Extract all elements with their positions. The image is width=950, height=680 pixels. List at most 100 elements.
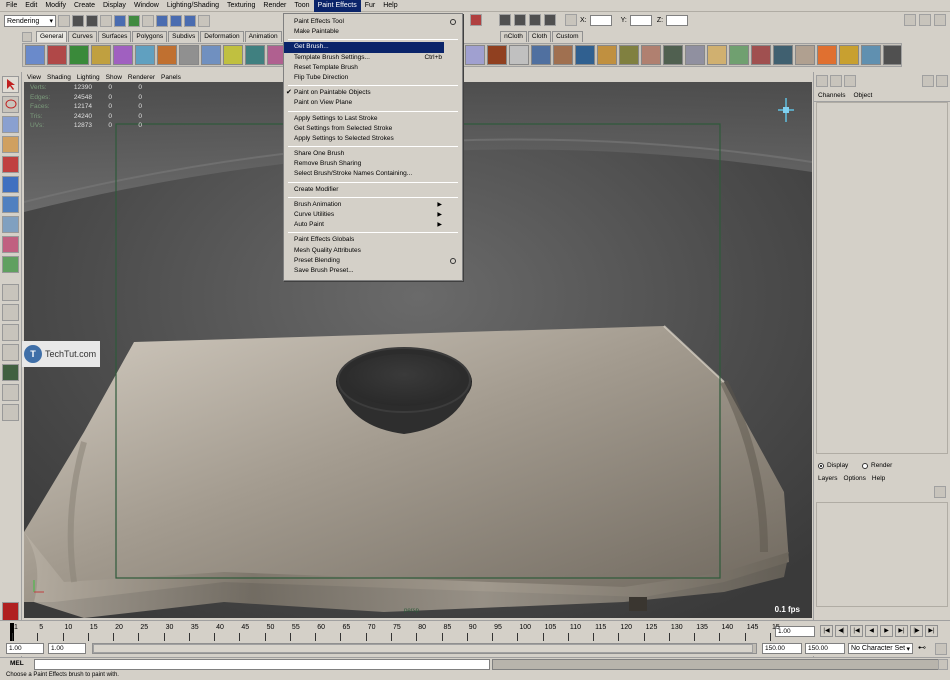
shelf-tool-icon[interactable] [135,45,155,65]
character-set-dropdown[interactable]: No Character Set ▾ [848,643,913,654]
menu-create[interactable]: Create [70,0,99,12]
start-time-field[interactable]: 1.00 [6,643,44,654]
shelf-tool-icon[interactable] [157,45,177,65]
shelf-tool-icon[interactable] [619,45,639,65]
shelf-tool-icon[interactable] [817,45,837,65]
menu-item-create-modifier[interactable]: Create Modifier [284,185,462,195]
menu-item-mesh-quality-attributes[interactable]: Mesh Quality Attributes [284,246,462,256]
range-handle[interactable] [93,644,753,653]
manipulator-tool-icon[interactable] [2,196,19,213]
rotate-tool-icon[interactable] [2,156,19,173]
shelf-tool-icon[interactable] [795,45,815,65]
hypershade-layout-icon[interactable] [2,384,19,401]
time-slider[interactable]: 1.00 |◀ ◀| |◀ ◀ ▶ ▶| |▶ ▶| 1 5 10 15 20 25 30 3… [0,620,950,642]
layer-menu-layers[interactable]: Layers [818,475,838,482]
menu-item-paint-effects-tool[interactable]: Paint Effects Tool [284,17,462,27]
save-scene-icon[interactable] [86,15,98,27]
render-current-icon[interactable] [514,14,526,26]
menu-render[interactable]: Render [259,0,290,12]
shelf-menu-icon[interactable] [22,32,32,42]
shelf-tool-icon[interactable] [773,45,793,65]
shelf-tool-icon[interactable] [641,45,661,65]
menu-display[interactable]: Display [99,0,130,12]
open-scene-icon[interactable] [72,15,84,27]
auto-key-icon[interactable]: ⊷ [918,643,932,654]
graph-layout-icon[interactable] [2,364,19,381]
ipr-render-icon[interactable] [529,14,541,26]
shelf-tab-ncloth[interactable]: nCloth [500,31,527,42]
menu-lighting-shading[interactable]: Lighting/Shading [163,0,223,12]
shelf-tab-animation[interactable]: Animation [244,31,282,42]
menu-item-brush-animation[interactable]: Brush Animation ▶ [284,200,462,210]
display-radio[interactable]: Display [818,462,848,469]
show-manipulator-icon[interactable] [2,236,19,253]
shelf-tool-icon[interactable] [553,45,573,65]
y-field[interactable] [629,14,652,26]
shelf-tool-icon[interactable] [113,45,133,65]
current-frame-field[interactable]: 1.00 [775,626,815,637]
menu-item-get-settings-from-selected-stroke[interactable]: Get Settings from Selected Stroke [284,124,462,134]
snap-grid-icon[interactable] [142,15,154,27]
step-back-frame-icon[interactable]: |◀ [850,625,863,637]
menu-item-template-brush-settings[interactable]: Template Brush Settings... Ctrl+b [284,53,462,63]
panel-menu-show[interactable]: Show [103,74,125,81]
channel-box-menu-object[interactable]: Object [853,92,872,99]
channel-box-icon[interactable] [816,75,828,87]
go-to-end-icon[interactable]: ▶| [925,625,938,637]
channel-box-toggle-icon[interactable] [934,14,946,26]
menu-edit[interactable]: Edit [21,0,41,12]
menu-item-apply-settings-to-last-stroke[interactable]: Apply Settings to Last Stroke [284,114,462,124]
end-time-field[interactable]: 150.00 [805,643,845,654]
panel-menu-view[interactable]: View [24,74,44,81]
option-box-icon[interactable] [450,19,456,25]
menu-item-save-brush-preset[interactable]: Save Brush Preset... [284,266,462,276]
shelf-tool-icon[interactable] [861,45,881,65]
help-icon[interactable] [922,75,934,87]
panel-menu-shading[interactable]: Shading [44,74,74,81]
playback-start-field[interactable]: 1.00 [48,643,86,654]
menuset-dropdown[interactable]: Rendering ▾ [4,15,56,27]
lasso-tool-icon[interactable] [2,96,19,113]
shelf-tab-surfaces[interactable]: Surfaces [97,31,132,42]
shelf-tool-icon[interactable] [69,45,89,65]
outliner-layout-icon[interactable] [2,344,19,361]
shelf-tool-icon[interactable] [531,45,551,65]
shelf-tab-subdivs[interactable]: Subdivs [168,31,200,42]
shelf-tab-cloth[interactable]: Cloth [527,31,552,42]
menu-modify[interactable]: Modify [41,0,70,12]
menu-item-paint-on-view-plane[interactable]: Paint on View Plane [284,98,462,108]
menu-item-flip-tube-direction[interactable]: Flip Tube Direction [284,73,462,83]
construction-history-icon[interactable] [470,14,482,26]
snap-curve-icon[interactable] [156,15,168,27]
layer-menu-options[interactable]: Options [844,475,866,482]
shelf-tool-icon[interactable] [509,45,529,65]
new-layer-icon[interactable] [934,486,946,498]
panel-menu-renderer[interactable]: Renderer [125,74,158,81]
shelf-tool-icon[interactable] [245,45,265,65]
z-field[interactable] [666,14,689,26]
range-bar[interactable] [92,643,757,654]
menu-texturing[interactable]: Texturing [223,0,259,12]
scale-tool-icon[interactable] [2,176,19,193]
shelf-tab-deformation[interactable]: Deformation [200,31,244,42]
shelf-tool-icon[interactable] [487,45,507,65]
select-component-icon[interactable] [128,15,140,27]
menu-item-share-one-brush[interactable]: Share One Brush [284,149,462,159]
shelf-tool-icon[interactable] [91,45,111,65]
mel-input[interactable] [34,659,490,670]
menu-item-curve-utilities[interactable]: Curve Utilities ▶ [284,210,462,220]
menu-item-get-brush[interactable]: Get Brush... [284,42,444,53]
menu-item-remove-brush-sharing[interactable]: Remove Brush Sharing [284,159,462,169]
input-mode-icon[interactable] [565,14,577,26]
paint-select-tool-icon[interactable] [2,116,19,133]
soft-mod-tool-icon[interactable] [2,216,19,233]
attribute-editor-toggle-icon[interactable] [904,14,916,26]
snap-view-icon[interactable] [184,15,196,27]
channel-box-menu-channels[interactable]: Channels [818,92,845,99]
single-view-layout-icon[interactable] [2,284,19,301]
menu-item-make-paintable[interactable]: Make Paintable [284,27,462,37]
menu-item-preset-blending[interactable]: Preset Blending [284,256,462,266]
shelf-tool-icon[interactable] [179,45,199,65]
shelf-tool-icon[interactable] [201,45,221,65]
shelf-tab-curves[interactable]: Curves [68,31,97,42]
